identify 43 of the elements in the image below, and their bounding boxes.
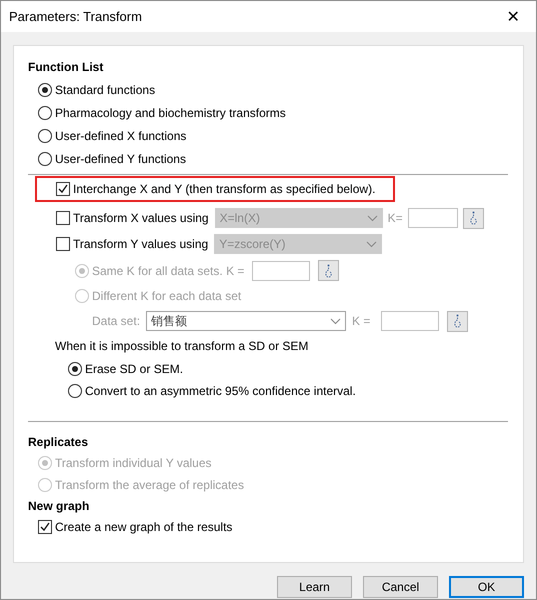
dialog-button[interactable]: Learn — [277, 576, 352, 598]
checkbox-label[interactable]: Create a new graph of the results — [55, 520, 232, 534]
dialog-button[interactable]: OK — [449, 576, 524, 598]
k-label: K= — [388, 211, 404, 225]
radio-button[interactable] — [38, 82, 52, 96]
data-set-dropdown[interactable]: 销售额 — [146, 311, 346, 331]
data-set-label: Data set: — [92, 314, 142, 328]
function-button[interactable] — [447, 310, 468, 332]
section-heading: Replicates — [28, 434, 88, 451]
radio-button[interactable] — [38, 106, 52, 120]
checkbox[interactable] — [38, 520, 52, 534]
radio-label[interactable]: User-defined Y functions — [55, 152, 186, 166]
radio-label[interactable]: Pharmacology and biochemistry transforms — [55, 106, 286, 120]
chevron-down-icon — [330, 318, 341, 324]
chevron-down-icon — [366, 214, 378, 222]
dialog-button[interactable]: Cancel — [363, 576, 438, 598]
chevron-down-icon — [366, 240, 378, 248]
checkbox[interactable] — [56, 237, 70, 251]
section-text: When it is impossible to transform a SD or SEM — [55, 339, 308, 353]
close-button[interactable]: ✕ — [498, 6, 528, 26]
radio-button[interactable] — [38, 128, 52, 142]
radio-label[interactable]: User-defined X functions — [55, 128, 186, 142]
section-heading: Function List — [28, 59, 104, 76]
radio-label[interactable]: Convert to an asymmetric 95% confidence interval. — [85, 384, 356, 398]
checkbox[interactable] — [56, 211, 70, 225]
k-field[interactable] — [381, 311, 439, 331]
radio-label[interactable]: Erase SD or SEM. — [85, 362, 184, 376]
radio-button[interactable] — [68, 362, 82, 376]
checkbox-label[interactable]: Interchange X and Y (then transform as specified below). — [73, 182, 376, 196]
function-button[interactable] — [462, 208, 484, 228]
hook-icon — [453, 314, 462, 328]
checkbox-label[interactable]: Transform X values using — [73, 211, 209, 225]
checkbox[interactable] — [56, 182, 70, 196]
window-title: Parameters: Transform — [9, 9, 142, 24]
section-heading: New graph — [28, 498, 90, 515]
hook-icon — [468, 211, 478, 225]
hook-icon — [324, 264, 334, 278]
k-label: K = — [352, 314, 372, 328]
radio-button[interactable] — [68, 384, 82, 398]
radio-button[interactable] — [38, 152, 52, 166]
radio-label[interactable]: Standard functions — [55, 82, 156, 96]
checkbox-label[interactable]: Transform Y values using — [73, 237, 208, 251]
k-field[interactable] — [408, 208, 458, 228]
